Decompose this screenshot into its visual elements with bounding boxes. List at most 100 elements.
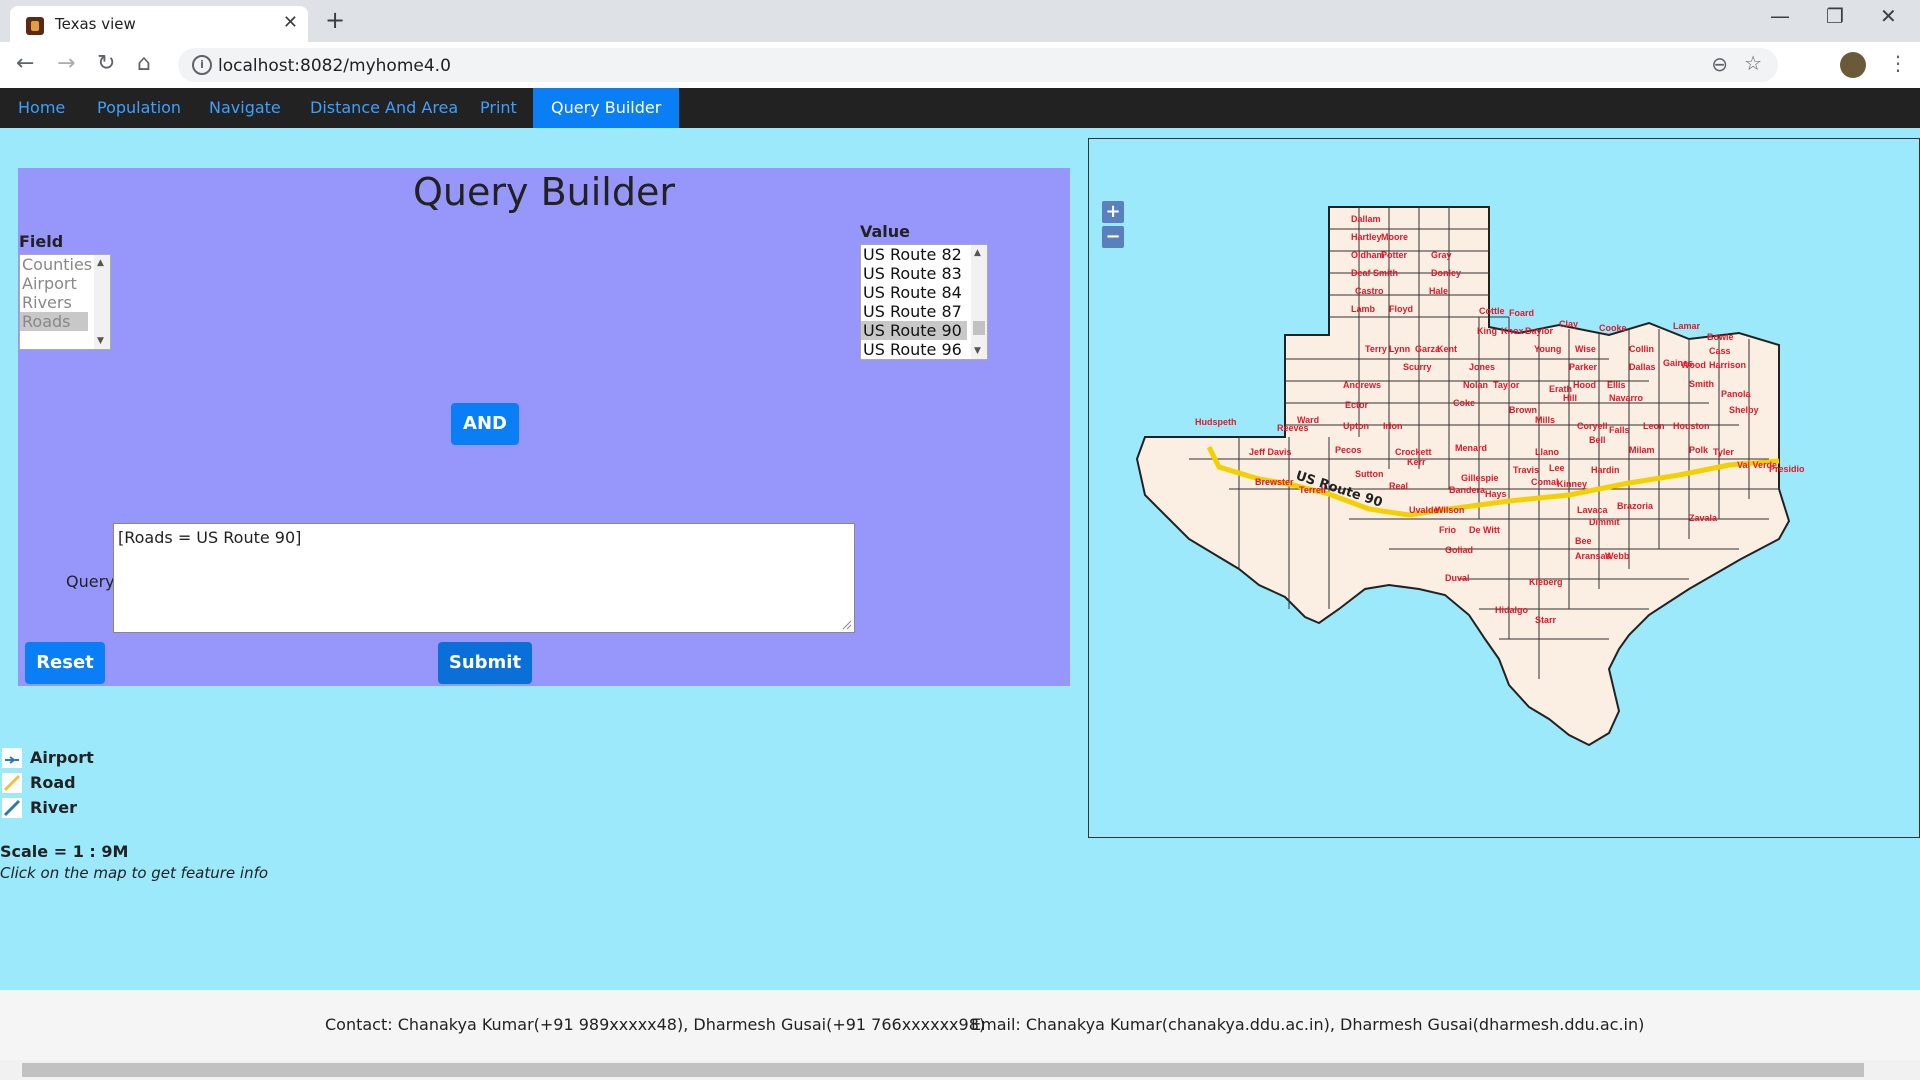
footer-email: Email: Chanakya Kumar(chanakya.ddu.ac.in…: [971, 1015, 1645, 1034]
value-option[interactable]: US Route 83: [861, 264, 987, 283]
site-info-icon[interactable]: i: [192, 55, 212, 75]
value-option[interactable]: US Route 84: [861, 283, 987, 302]
county-label: Hardin: [1591, 465, 1620, 475]
county-label: Mills: [1535, 415, 1556, 425]
footer: Contact: Chanakya Kumar(+91 989xxxxx48),…: [0, 990, 1920, 1060]
reset-button[interactable]: Reset: [25, 642, 105, 684]
value-scrollbar[interactable]: ▲ ▼: [971, 245, 987, 359]
field-scrollbar[interactable]: ▲ ▼: [94, 255, 110, 349]
value-option-selected[interactable]: US Route 90: [861, 321, 967, 340]
close-icon[interactable]: ✕: [283, 12, 298, 33]
county-label: Comal: [1531, 477, 1559, 487]
resize-grip-icon[interactable]: [842, 620, 852, 630]
county-label: Oldham: [1351, 250, 1385, 260]
county-label: Leon: [1643, 421, 1665, 431]
texas-map-svg[interactable]: US Route 90: [1089, 139, 1919, 837]
county-label: Hale: [1429, 286, 1449, 296]
map-view[interactable]: + − US Route 90 Dallam Hartley Moore Oldham…: [1088, 138, 1920, 838]
county-label: Bowie: [1707, 332, 1734, 342]
query-text: [Roads = US Route 90]: [118, 528, 302, 547]
forward-icon[interactable]: →: [57, 51, 75, 76]
county-label: Dallam: [1351, 214, 1381, 224]
back-icon[interactable]: ←: [16, 51, 34, 76]
county-label: Dimmit: [1589, 517, 1620, 527]
legend-label: River: [30, 798, 77, 817]
zoom-icon[interactable]: ⊖: [1711, 52, 1728, 76]
scroll-up-icon[interactable]: ▲: [97, 258, 104, 268]
value-option[interactable]: US Route 82: [861, 245, 987, 264]
road-icon: [2, 773, 22, 793]
county-label: Falls: [1609, 425, 1630, 435]
browser-tab[interactable]: Texas view ✕: [10, 6, 308, 42]
field-select[interactable]: Counties Airport Rivers Roads ▲ ▼: [19, 254, 111, 350]
county-label: Starr: [1535, 615, 1557, 625]
county-label: Brown: [1509, 405, 1537, 415]
scroll-down-icon[interactable]: ▼: [974, 346, 981, 356]
footer-contact: Contact: Chanakya Kumar(+91 989xxxxx48),…: [325, 1015, 986, 1034]
value-option[interactable]: US Route 96: [861, 340, 987, 359]
county-label: Bandera: [1449, 485, 1486, 495]
county-label: Cooke: [1599, 323, 1627, 333]
submit-button[interactable]: Submit: [438, 642, 532, 684]
county-label: Lee: [1549, 463, 1565, 473]
scroll-thumb[interactable]: [22, 1063, 1864, 1077]
county-label: Harrison: [1709, 360, 1747, 370]
county-label: Lamar: [1673, 321, 1701, 331]
nav-query-builder[interactable]: Query Builder: [533, 88, 680, 128]
county-label: Kinney: [1557, 479, 1588, 489]
scroll-up-icon[interactable]: ▲: [974, 248, 981, 258]
county-label: Cass: [1709, 346, 1731, 356]
county-label: Travis: [1513, 465, 1540, 475]
scroll-down-icon[interactable]: ▼: [97, 336, 104, 346]
reload-icon[interactable]: ↻: [97, 51, 115, 76]
home-icon[interactable]: ⌂: [137, 51, 151, 76]
county-label: Scurry: [1403, 362, 1432, 372]
airport-icon: [2, 748, 22, 768]
county-label: Brewster: [1255, 477, 1294, 487]
legend-item-river: River: [0, 795, 94, 820]
nav-print[interactable]: Print: [462, 88, 535, 128]
county-label: Castro: [1355, 286, 1384, 296]
county-label: Deaf Smith: [1351, 268, 1399, 278]
county-label: Kleberg: [1529, 577, 1563, 587]
query-textarea[interactable]: [Roads = US Route 90]: [113, 523, 855, 633]
county-label: Lamb: [1351, 304, 1376, 314]
nav-population[interactable]: Population: [79, 88, 199, 128]
browser-tabstrip: Texas view ✕ + — ❐ ✕: [0, 0, 1920, 42]
county-label: Sutton: [1355, 469, 1384, 479]
browser-menu-icon[interactable]: ⋮: [1888, 51, 1908, 75]
plus-icon[interactable]: +: [325, 6, 345, 34]
county-label: Houston: [1673, 421, 1710, 431]
county-label: Hidalgo: [1495, 605, 1528, 615]
nav-distance-and-area[interactable]: Distance And Area: [292, 88, 476, 128]
url-text[interactable]: localhost:8082/myhome4.0: [218, 56, 451, 76]
value-option[interactable]: US Route 87: [861, 302, 987, 321]
nav-home[interactable]: Home: [0, 88, 83, 128]
county-label: Parker: [1569, 362, 1598, 372]
county-label: Milam: [1629, 445, 1655, 455]
and-button[interactable]: AND: [451, 403, 519, 445]
county-label: Ward: [1297, 415, 1320, 425]
county-label: Coke: [1453, 398, 1476, 408]
address-bar[interactable]: i localhost:8082/myhome4.0 ⊖ ☆: [178, 48, 1778, 82]
value-select[interactable]: US Route 82 US Route 83 US Route 84 US R…: [860, 244, 988, 360]
scroll-thumb[interactable]: [973, 321, 985, 335]
field-option-selected[interactable]: Roads: [20, 312, 88, 331]
bookmark-star-icon[interactable]: ☆: [1744, 51, 1762, 75]
county-label: Terrell: [1299, 485, 1326, 495]
county-label: Knox: [1501, 326, 1524, 336]
county-label: Menard: [1455, 443, 1488, 453]
county-label: Crockett: [1395, 447, 1432, 457]
county-label: Floyd: [1389, 304, 1413, 314]
county-label: Pecos: [1335, 445, 1362, 455]
county-label: Terry: [1365, 344, 1387, 354]
profile-avatar[interactable]: [1840, 52, 1866, 78]
nav-navigate[interactable]: Navigate: [191, 88, 299, 128]
horizontal-scrollbar[interactable]: [0, 1060, 1920, 1080]
county-label: Hudspeth: [1195, 417, 1237, 427]
window-close-icon[interactable]: ✕: [1880, 4, 1897, 28]
restore-icon[interactable]: ❐: [1826, 4, 1844, 28]
minimize-icon[interactable]: —: [1770, 4, 1790, 28]
browser-toolbar: ← → ↻ ⌂ i localhost:8082/myhome4.0 ⊖ ☆ ⋮: [0, 42, 1920, 88]
county-label: Foard: [1509, 308, 1535, 318]
